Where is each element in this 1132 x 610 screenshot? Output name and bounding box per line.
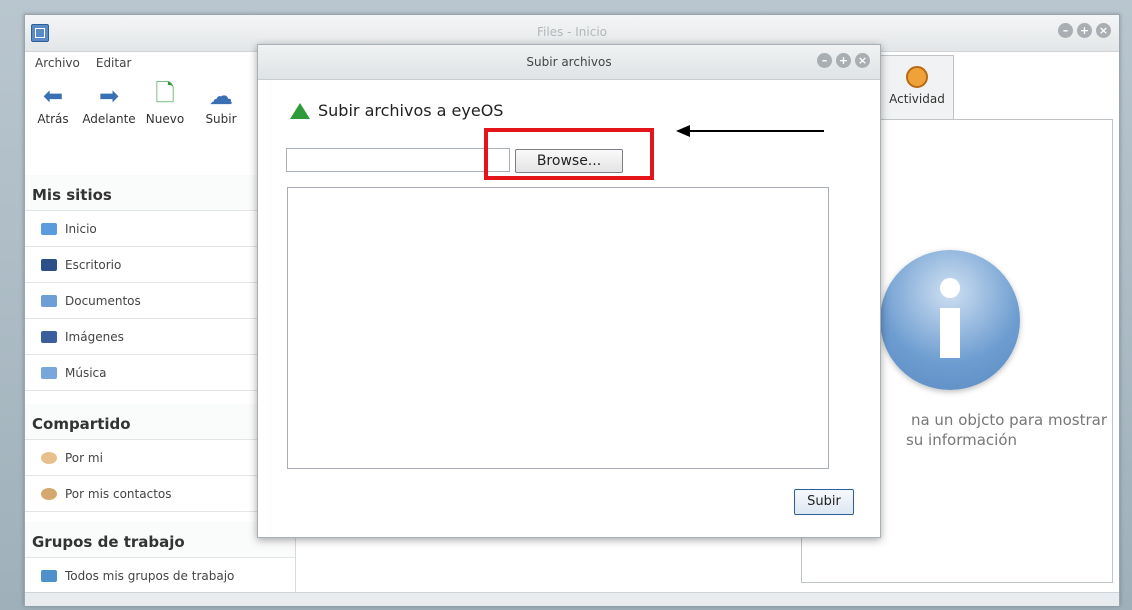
file-path-input[interactable] xyxy=(286,148,510,172)
sidebar: Archivo Editar ⬅ Atrás ➡ Adelante 🗋 Nuev… xyxy=(25,52,296,594)
arrow-left-icon: ⬅ xyxy=(42,82,64,110)
menu-bar: Archivo Editar xyxy=(35,56,131,70)
upload-icon: ☁ xyxy=(209,82,233,110)
sidebar-item-label: Inicio xyxy=(65,221,97,236)
section-grupos-de-trabajo: Grupos de trabajo xyxy=(25,522,295,558)
menu-editar[interactable]: Editar xyxy=(96,56,132,70)
upload-file-list[interactable] xyxy=(287,187,829,469)
forward-button[interactable]: ➡ Adelante xyxy=(82,82,136,126)
toolbar: ⬅ Atrás ➡ Adelante 🗋 Nuevo ☁ Subir xyxy=(29,78,245,127)
sidebar-item-todos-grupos[interactable]: Todos mis grupos de trabajo xyxy=(25,558,295,594)
upload-dialog-heading: Subir archivos a eyeOS xyxy=(290,101,503,120)
menu-archivo[interactable]: Archivo xyxy=(35,56,80,70)
maximize-icon[interactable]: + xyxy=(836,53,851,68)
tab-actividad[interactable]: Actividad xyxy=(880,55,954,120)
section-mis-sitios: Mis sitios xyxy=(25,175,295,211)
desktop-icon xyxy=(41,258,57,271)
files-window-title: Files - Inicio xyxy=(536,25,608,39)
sidebar-item-label: Escritorio xyxy=(65,257,122,272)
arrow-right-icon: ➡ xyxy=(98,82,120,110)
highlight-box xyxy=(484,128,654,180)
workgroups-icon xyxy=(41,569,57,582)
home-folder-icon xyxy=(41,222,57,235)
back-button[interactable]: ⬅ Atrás xyxy=(29,82,77,126)
forward-label: Adelante xyxy=(82,112,136,126)
submit-upload-button[interactable]: Subir xyxy=(794,489,854,515)
sidebar-item-por-mis-contactos[interactable]: Por mis contactos xyxy=(25,476,295,512)
annotation-arrow xyxy=(676,125,824,137)
clock-icon xyxy=(906,66,928,88)
new-file-icon: 🗋 xyxy=(155,78,175,107)
minimize-icon[interactable]: – xyxy=(1058,23,1073,38)
upload-dialog: Subir archivos – + × Subir archivos a ey… xyxy=(257,44,881,538)
new-button[interactable]: 🗋 Nuevo xyxy=(141,78,189,127)
sidebar-item-label: Imágenes xyxy=(65,329,124,344)
sidebar-item-inicio[interactable]: Inicio xyxy=(25,211,295,247)
upload-dialog-titlebar[interactable]: Subir archivos – + × xyxy=(258,45,880,80)
info-icon xyxy=(880,250,1020,390)
user-icon xyxy=(41,451,57,464)
pictures-icon xyxy=(41,330,57,343)
upload-dialog-controls: – + × xyxy=(817,53,870,68)
sidebar-item-por-mi[interactable]: Por mi xyxy=(25,440,295,476)
documents-icon xyxy=(41,294,57,307)
sidebar-item-musica[interactable]: Música xyxy=(25,355,295,391)
sidebar-item-documentos[interactable]: Documentos xyxy=(25,283,295,319)
minimize-icon[interactable]: – xyxy=(817,53,832,68)
upload-dialog-title: Subir archivos xyxy=(526,55,612,69)
sidebar-item-label: Por mis contactos xyxy=(65,486,172,501)
sidebar-item-label: Documentos xyxy=(65,293,141,308)
upload-label: Subir xyxy=(205,112,237,126)
maximize-icon[interactable]: + xyxy=(1077,23,1092,38)
back-label: Atrás xyxy=(37,112,69,126)
close-icon[interactable]: × xyxy=(855,53,870,68)
upload-button[interactable]: ☁ Subir xyxy=(197,82,245,126)
eyeos-tree-icon xyxy=(290,102,310,119)
contacts-icon xyxy=(41,487,57,500)
new-label: Nuevo xyxy=(145,112,185,126)
sidebar-item-imagenes[interactable]: Imágenes xyxy=(25,319,295,355)
files-window-controls: – + × xyxy=(1058,23,1111,38)
status-bar xyxy=(25,592,1119,606)
sidebar-item-escritorio[interactable]: Escritorio xyxy=(25,247,295,283)
music-icon xyxy=(41,366,57,379)
sidebar-item-label: Música xyxy=(65,365,107,380)
section-compartido: Compartido xyxy=(25,404,295,440)
close-icon[interactable]: × xyxy=(1096,23,1111,38)
sidebar-item-label: Por mi xyxy=(65,450,103,465)
sidebar-item-label: Todos mis grupos de trabajo xyxy=(65,568,235,583)
upload-heading-text: Subir archivos a eyeOS xyxy=(318,101,504,120)
tab-actividad-label: Actividad xyxy=(889,92,945,106)
